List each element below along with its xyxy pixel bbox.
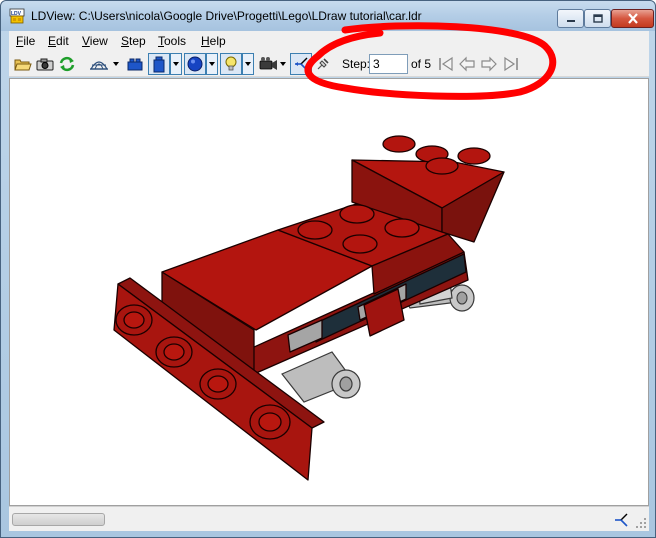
reload-icon: [59, 56, 75, 72]
first-step-icon: [439, 56, 453, 72]
view-angle-dropdown[interactable]: [110, 53, 122, 75]
blue-brick-icon: [127, 58, 143, 71]
axes-status-icon: [615, 513, 628, 527]
step-field[interactable]: [369, 54, 408, 74]
camera-icon: [36, 58, 54, 71]
axes-icon: [295, 57, 308, 71]
fill-mode-dropdown[interactable]: [206, 53, 218, 75]
minimize-button[interactable]: [557, 9, 584, 28]
close-button[interactable]: [611, 9, 654, 28]
right-arrow-icon: [481, 56, 497, 72]
front-axle: [281, 351, 361, 403]
chevron-down-icon: [245, 62, 251, 66]
step-total-label: of 5: [411, 57, 432, 71]
menu-tools[interactable]: Tools: [158, 34, 186, 48]
pin-icon: [317, 58, 329, 70]
blue-sphere-icon: [187, 56, 203, 72]
car-body: [161, 135, 505, 375]
minimize-icon: [566, 19, 575, 22]
lightbulb-icon: [225, 56, 237, 71]
step-label: Step:: [342, 57, 371, 71]
menu-bar: File Edit View Step Tools Help: [9, 31, 649, 51]
previous-step-button[interactable]: [456, 53, 478, 75]
menu-edit[interactable]: Edit: [48, 34, 69, 48]
open-button[interactable]: [12, 53, 34, 75]
title-bar[interactable]: LDV LDView: C:\Users\nicola\Google Drive…: [1, 1, 655, 31]
chevron-down-icon: [209, 62, 215, 66]
lighting-button[interactable]: [220, 53, 242, 75]
parts-list-button[interactable]: [124, 53, 146, 75]
chevron-down-icon: [173, 62, 179, 66]
menu-view[interactable]: View: [82, 34, 108, 48]
reload-button[interactable]: [56, 53, 78, 75]
resize-grip-icon[interactable]: [635, 517, 647, 529]
single-brick-icon: [153, 56, 165, 73]
first-step-button[interactable]: [435, 53, 457, 75]
snapshot-button[interactable]: [34, 53, 56, 75]
toolbar: Step: of 5: [9, 51, 649, 77]
menu-step[interactable]: Step: [121, 34, 146, 48]
app-window: LDV LDView: C:\Users\nicola\Google Drive…: [0, 0, 656, 538]
menu-file[interactable]: File: [16, 34, 35, 48]
left-arrow-icon: [459, 56, 475, 72]
open-folder-icon: [14, 59, 32, 71]
progress-bar: [12, 513, 105, 526]
pin-button[interactable]: [312, 53, 334, 75]
wireframe-dome-icon: [89, 61, 109, 70]
maximize-button[interactable]: [584, 9, 611, 28]
main-model-dropdown[interactable]: [170, 53, 182, 75]
last-step-icon: [504, 56, 518, 72]
window-title: LDView: C:\Users\nicola\Google Drive\Pro…: [31, 9, 422, 23]
status-bar: [9, 506, 649, 531]
chevron-down-icon: [113, 62, 119, 66]
next-step-button[interactable]: [478, 53, 500, 75]
lighting-dropdown[interactable]: [242, 53, 254, 75]
fill-mode-button[interactable]: [184, 53, 206, 75]
view-angle-button[interactable]: [88, 53, 110, 75]
axes-button[interactable]: [290, 53, 312, 75]
ldview-app-icon: LDV: [9, 8, 25, 24]
camera-view-dropdown[interactable]: [277, 53, 289, 75]
menu-help[interactable]: Help: [201, 34, 226, 48]
chevron-down-icon: [280, 62, 286, 66]
model-viewport[interactable]: [9, 78, 649, 506]
close-icon: [627, 13, 638, 24]
last-step-button[interactable]: [500, 53, 522, 75]
lego-car-model: [113, 135, 505, 481]
main-model-button[interactable]: [148, 53, 170, 75]
maximize-icon: [592, 14, 603, 23]
